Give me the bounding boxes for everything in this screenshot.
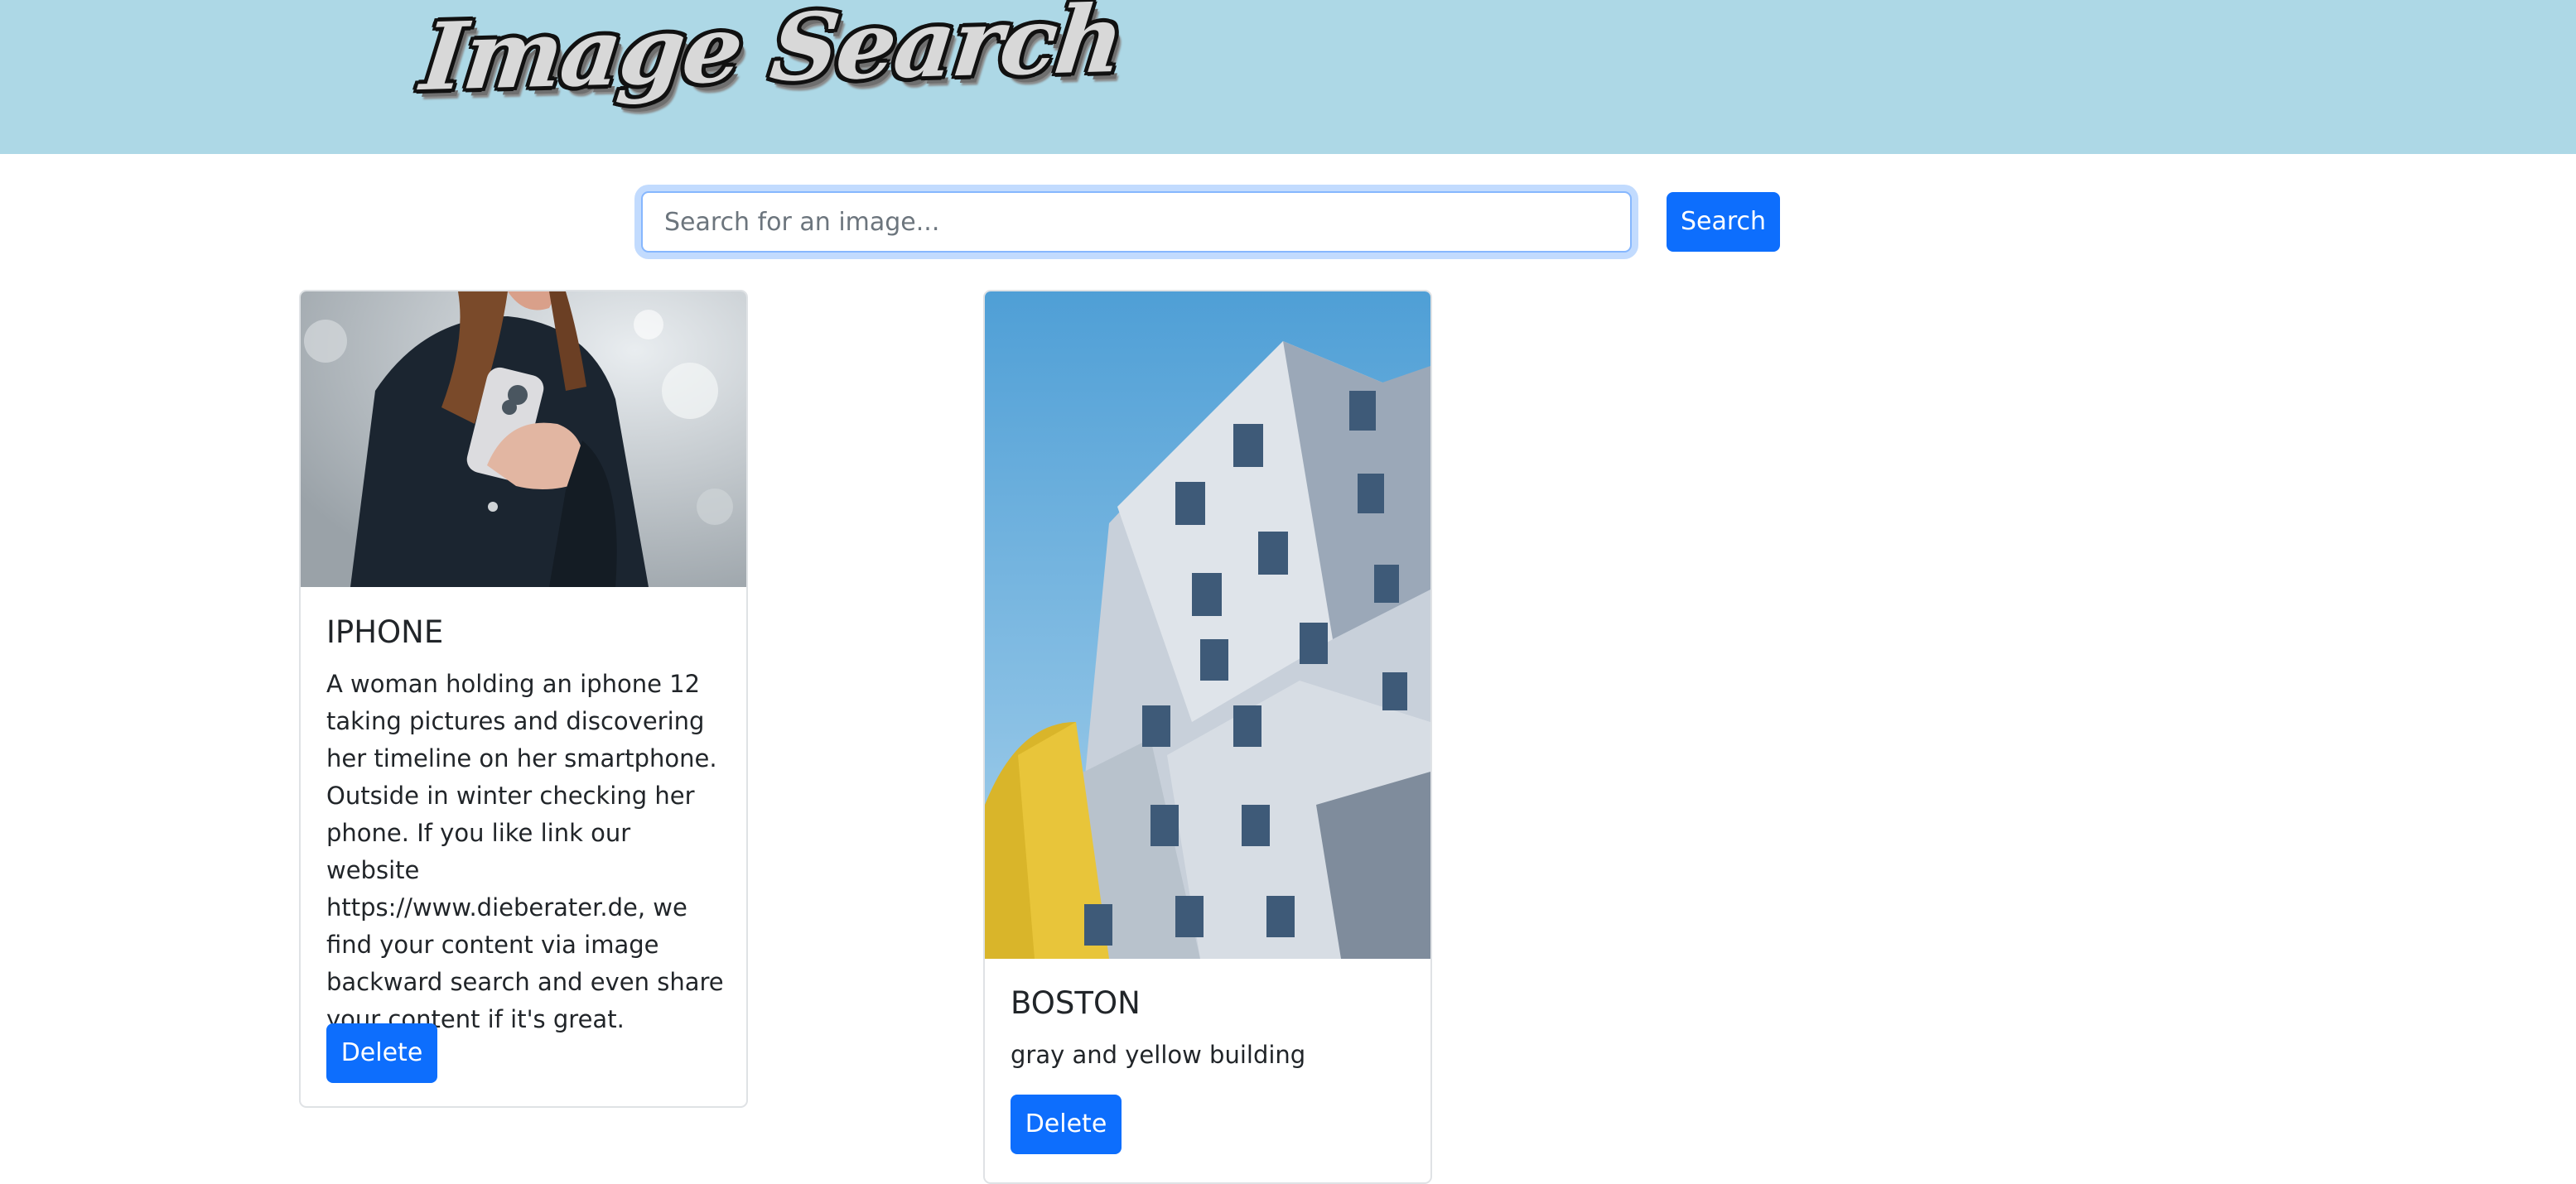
card-title: BOSTON xyxy=(1011,985,1141,1021)
card-image-boston xyxy=(985,291,1430,959)
card-description: A woman holding an iphone 12 taking pict… xyxy=(326,670,724,1033)
delete-button[interactable]: Delete xyxy=(326,1023,437,1083)
search-button[interactable]: Search xyxy=(1667,192,1780,252)
image-card-boston: BOSTON gray and yellow building Delete xyxy=(983,290,1432,1184)
page-header: Image Search xyxy=(0,0,2576,154)
image-card-iphone: IPHONE A woman holding an iphone 12 taki… xyxy=(299,290,748,1108)
image-search-logo: Image Search xyxy=(416,0,1128,112)
card-image-iphone xyxy=(301,291,746,587)
delete-button[interactable]: Delete xyxy=(1011,1095,1122,1154)
card-description: gray and yellow building xyxy=(1011,1041,1306,1069)
card-title: IPHONE xyxy=(326,614,444,650)
search-input[interactable] xyxy=(641,191,1632,253)
